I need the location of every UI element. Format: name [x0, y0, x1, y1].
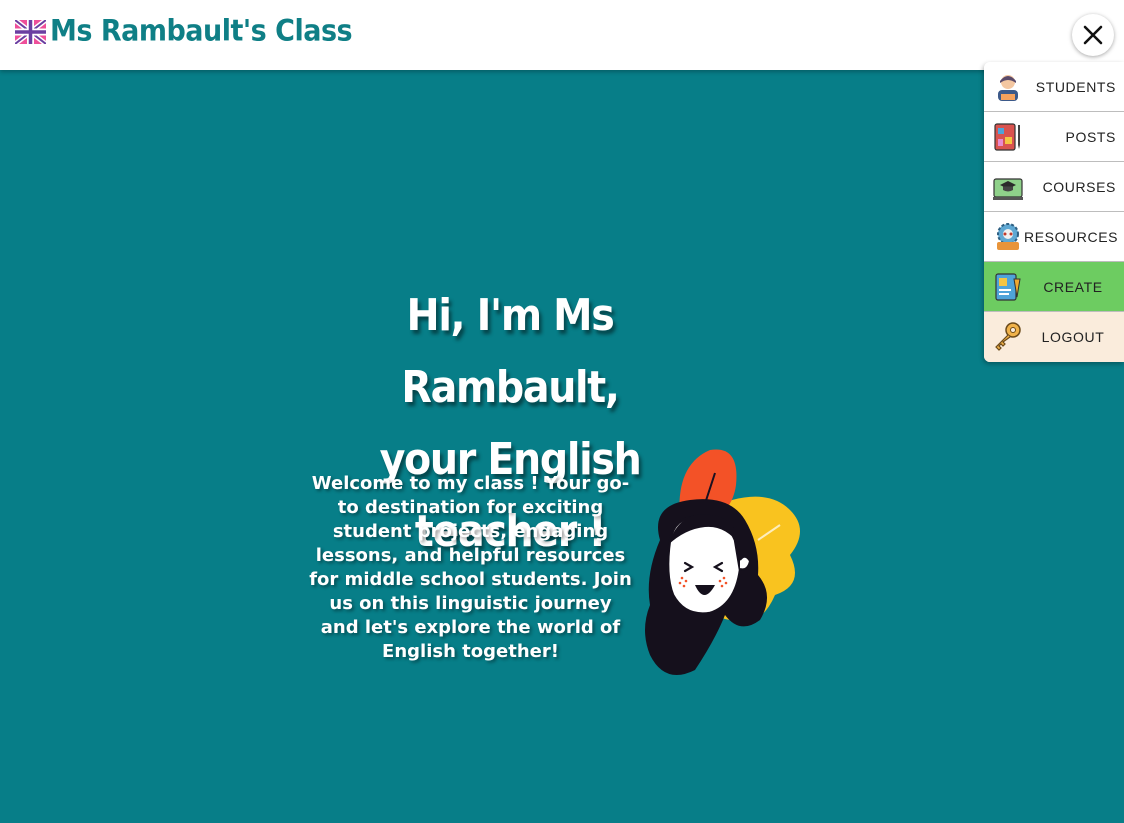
menu-item-students[interactable]: STUDENTS	[984, 62, 1124, 112]
menu-item-logout[interactable]: LOGOUT	[984, 312, 1124, 362]
menu-item-label: POSTS	[1065, 128, 1116, 145]
posts-icon	[994, 122, 1020, 151]
uk-flag-icon	[15, 19, 46, 44]
close-icon	[1083, 25, 1103, 45]
resources-icon	[997, 222, 1019, 250]
menu-item-label: STUDENTS	[1035, 78, 1116, 95]
top-bar: Ms Rambault's Class	[0, 0, 1124, 70]
menu-item-resources[interactable]: RESOURCES	[984, 212, 1124, 262]
student-icon	[998, 74, 1018, 101]
site-title: Ms Rambault's Class	[50, 14, 353, 49]
menu-item-label: RESOURCES	[1024, 228, 1119, 245]
close-menu-button[interactable]	[1072, 14, 1114, 56]
menu-item-label: LOGOUT	[1041, 329, 1105, 345]
menu-item-label: COURSES	[1042, 178, 1116, 195]
teacher-illustration	[645, 449, 800, 675]
create-icon	[995, 272, 1021, 301]
side-menu: STUDENTS POSTS COURSES RESOURCES CREATE …	[984, 62, 1124, 362]
hero-title-line-1: Hi, I'm Ms Rambault,	[401, 290, 619, 413]
menu-item-label: CREATE	[1043, 278, 1103, 295]
intro-text: Welcome to my class ! Your go-to destina…	[309, 473, 632, 662]
menu-item-posts[interactable]: POSTS	[984, 112, 1124, 162]
menu-item-create[interactable]: CREATE	[984, 262, 1124, 312]
key-icon	[995, 322, 1021, 351]
brand[interactable]: Ms Rambault's Class	[15, 14, 353, 49]
menu-item-courses[interactable]: COURSES	[984, 162, 1124, 212]
courses-icon	[993, 177, 1023, 200]
